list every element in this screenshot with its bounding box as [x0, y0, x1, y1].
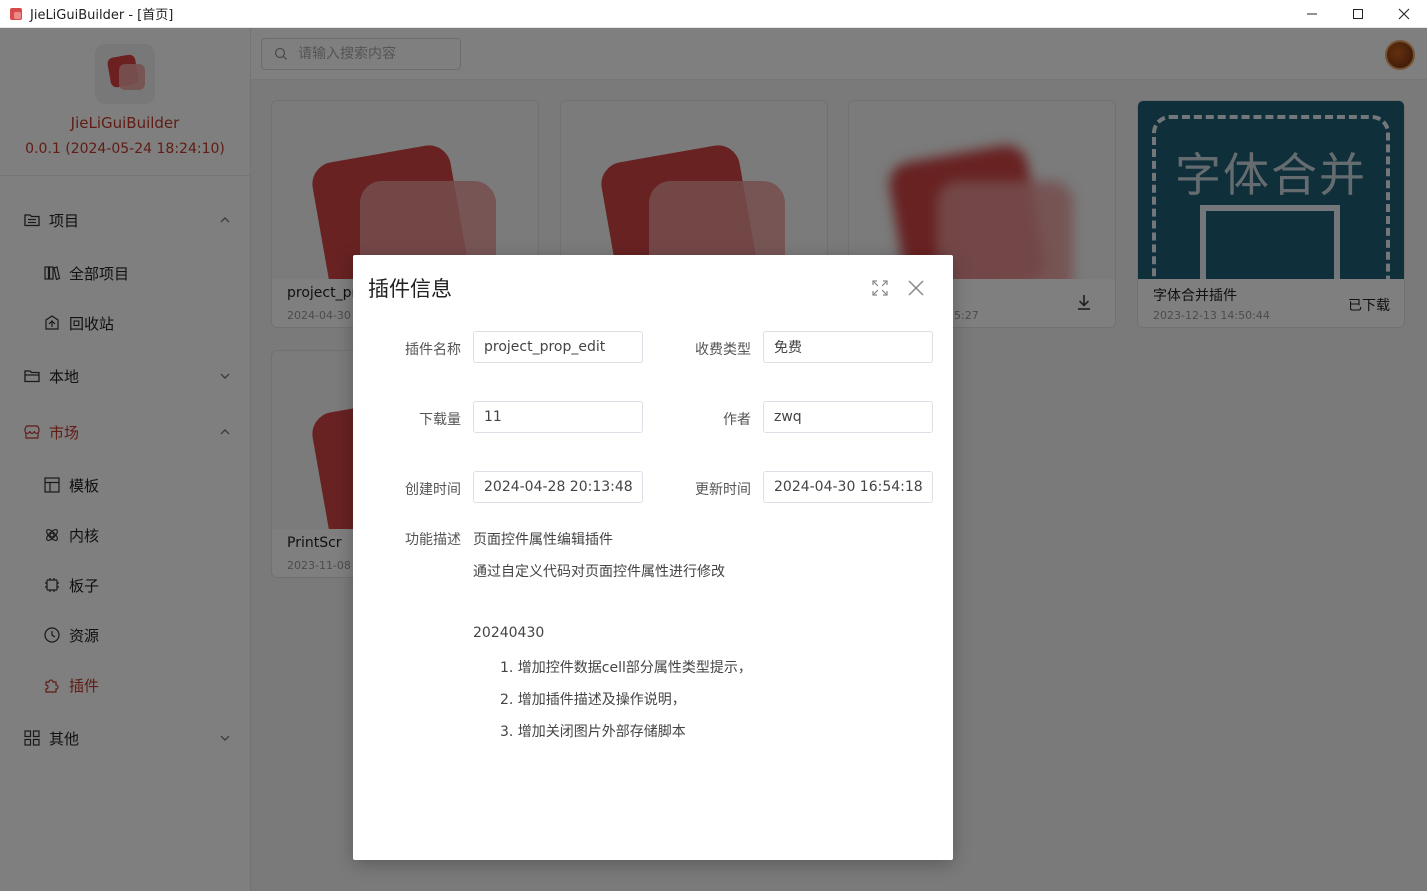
plugin-name-field[interactable] [473, 331, 643, 363]
maximize-button[interactable] [1335, 0, 1381, 28]
updated-time-label: 更新时间 [695, 482, 751, 498]
downloads-label: 下载量 [419, 412, 461, 428]
app-icon [10, 7, 22, 20]
created-time-field[interactable] [473, 471, 643, 503]
author-field[interactable] [763, 401, 933, 433]
close-icon[interactable] [906, 278, 926, 298]
author-label: 作者 [723, 412, 751, 428]
fee-type-label: 收费类型 [695, 342, 751, 358]
description-line: 3. 增加关闭图片外部存储脚本 [500, 724, 686, 740]
fullscreen-icon[interactable] [871, 279, 889, 297]
created-time-label: 创建时间 [405, 482, 461, 498]
maximize-icon [1353, 9, 1363, 19]
close-icon [1398, 8, 1410, 20]
plugin-name-label: 插件名称 [405, 342, 461, 358]
minimize-icon [1307, 13, 1317, 15]
description-line: 20240430 [473, 625, 545, 641]
close-window-button[interactable] [1381, 0, 1427, 28]
description-line: 1. 增加控件数据cell部分属性类型提示， [500, 660, 752, 676]
updated-time-field[interactable] [763, 471, 933, 503]
window-title: JieLiGuiBuilder - [首页] [30, 8, 174, 23]
fee-type-field[interactable] [763, 331, 933, 363]
description-line: 页面控件属性编辑插件 [473, 532, 613, 548]
downloads-field[interactable] [473, 401, 643, 433]
dialog-title: 插件信息 [368, 277, 452, 301]
description-label: 功能描述 [405, 532, 461, 548]
title-bar: JieLiGuiBuilder - [首页] [0, 0, 1427, 28]
plugin-info-dialog: 插件信息 插件名称 收费类型 下载量 作者 创建时间 更新时间 功能描述 页面控… [353, 255, 953, 860]
minimize-button[interactable] [1289, 0, 1335, 28]
description-line: 通过自定义代码对页面控件属性进行修改 [473, 564, 725, 580]
description-line: 2. 增加插件描述及操作说明， [500, 692, 686, 708]
